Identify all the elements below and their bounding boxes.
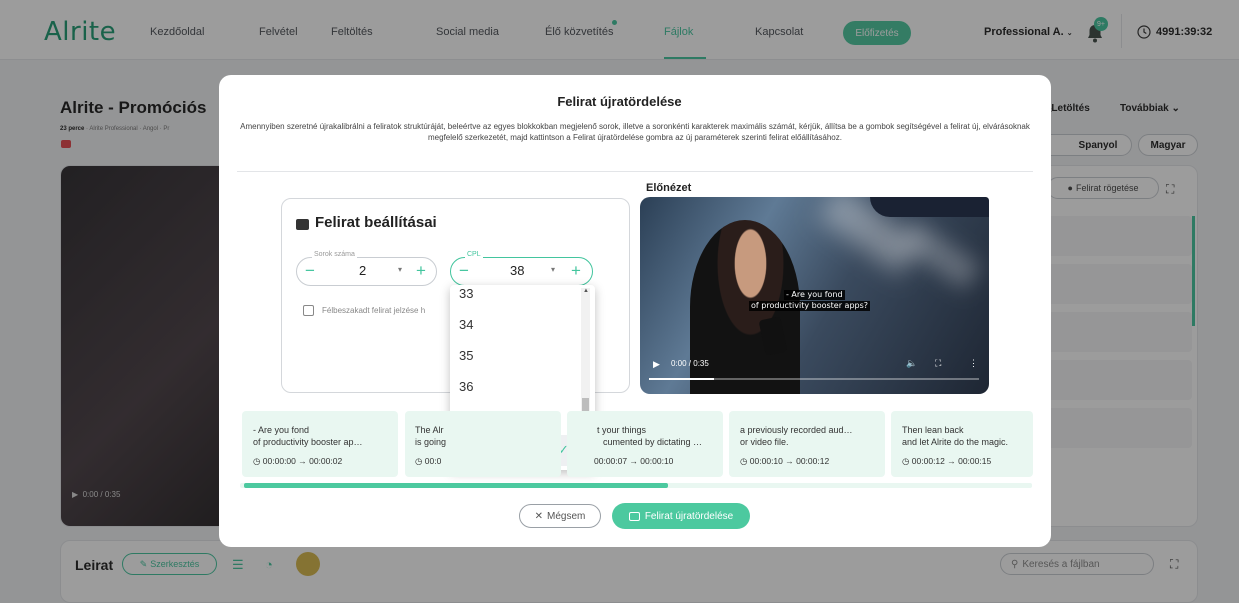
segment-line: and let Alrite do the magic. bbox=[902, 437, 1009, 447]
settings-title: Felirat beállításai bbox=[315, 214, 437, 231]
segment-time: ◷ 00:0 bbox=[415, 456, 441, 467]
segment-line: or video file. bbox=[740, 437, 789, 447]
segment-time: 00:00:07 → 00:00:10 bbox=[594, 456, 674, 466]
segment-line: Then lean back bbox=[902, 425, 964, 435]
lines-count-value[interactable]: 2 bbox=[359, 263, 366, 278]
preview-subtitle-line: - Are you fond bbox=[784, 290, 845, 300]
segment-line: is going bbox=[415, 437, 447, 447]
segment-time-value: 00:00:00 → 00:00:02 bbox=[262, 456, 343, 466]
segment-line: - Are you fond bbox=[253, 425, 310, 435]
scroll-up-icon[interactable]: ▲ bbox=[583, 288, 589, 294]
cpl-option[interactable]: 35 bbox=[450, 340, 583, 371]
cpl-label: CPL bbox=[465, 251, 483, 258]
interrupted-subtitle-label: Félbeszakadt felirat jelzése h bbox=[322, 306, 426, 315]
lines-decrement-button[interactable]: − bbox=[305, 261, 315, 281]
lines-count-label: Sorok száma bbox=[312, 251, 357, 258]
chevron-down-icon[interactable]: ▾ bbox=[398, 265, 402, 274]
segment-line: of productivity booster ap… bbox=[253, 437, 363, 447]
video-frame-shape bbox=[870, 197, 989, 217]
lines-increment-button[interactable]: + bbox=[416, 261, 426, 281]
preview-time: 0:00 / 0:35 bbox=[671, 359, 709, 368]
cpl-value[interactable]: 38 bbox=[510, 263, 524, 278]
segment-time-value: 00:00:12 → 00:00:15 bbox=[911, 456, 992, 466]
clock-icon: ◷ bbox=[253, 456, 261, 466]
chevron-down-icon[interactable]: ▾ bbox=[551, 265, 555, 274]
cancel-button[interactable]: ✕ Mégsem bbox=[519, 504, 601, 528]
cpl-increment-button[interactable]: + bbox=[571, 261, 581, 281]
interrupted-subtitle-checkbox[interactable] bbox=[303, 305, 314, 316]
segment-time-value: 00:0 bbox=[424, 456, 442, 466]
more-options-icon[interactable]: ⋮ bbox=[969, 358, 978, 369]
cancel-label: Mégsem bbox=[547, 510, 586, 522]
subtitles-icon bbox=[296, 219, 309, 230]
segment-time: ◷ 00:00:10 → 00:00:12 bbox=[740, 456, 829, 467]
clock-icon: ◷ bbox=[740, 456, 748, 466]
preview-progress-fill bbox=[649, 378, 714, 380]
play-icon[interactable]: ▶ bbox=[653, 359, 660, 370]
preview-subtitle-line: of productivity booster apps? bbox=[749, 301, 871, 311]
segment-line: t your things bbox=[597, 425, 647, 435]
cpl-option[interactable]: 34 bbox=[450, 309, 583, 340]
subtitles-icon bbox=[628, 511, 640, 521]
preview-label: Előnézet bbox=[646, 182, 692, 194]
fullscreen-icon[interactable]: ⛶ bbox=[935, 358, 941, 369]
clock-icon: ◷ bbox=[415, 456, 423, 466]
divider bbox=[237, 171, 1033, 172]
segment-time: ◷ 00:00:00 → 00:00:02 bbox=[253, 456, 342, 467]
cpl-option[interactable]: 36 bbox=[450, 371, 583, 402]
clock-icon: ◷ bbox=[902, 456, 910, 466]
modal-description: Amennyiben szeretné újrakalibrálni a fel… bbox=[240, 122, 1030, 142]
segment-time: ◷ 00:00:12 → 00:00:15 bbox=[902, 456, 991, 467]
segments-scroll-thumb[interactable] bbox=[244, 483, 668, 488]
segment-line: cumented by dictating … bbox=[603, 437, 703, 447]
segment-time-value: 00:00:10 → 00:00:12 bbox=[749, 456, 830, 466]
cpl-decrement-button[interactable]: − bbox=[459, 261, 469, 281]
segment-line: a previously recorded aud… bbox=[740, 425, 853, 435]
confirm-label: Felirat újratördelése bbox=[644, 510, 734, 522]
modal-title: Felirat újratördelése bbox=[557, 94, 682, 109]
volume-icon[interactable]: 🔈 bbox=[906, 358, 917, 369]
cpl-option[interactable]: 33 bbox=[450, 285, 583, 309]
rebreak-subtitles-button[interactable]: Felirat újratördelése bbox=[612, 503, 750, 529]
close-icon: ✕ bbox=[534, 510, 544, 522]
segment-line: The Alr bbox=[415, 425, 444, 435]
